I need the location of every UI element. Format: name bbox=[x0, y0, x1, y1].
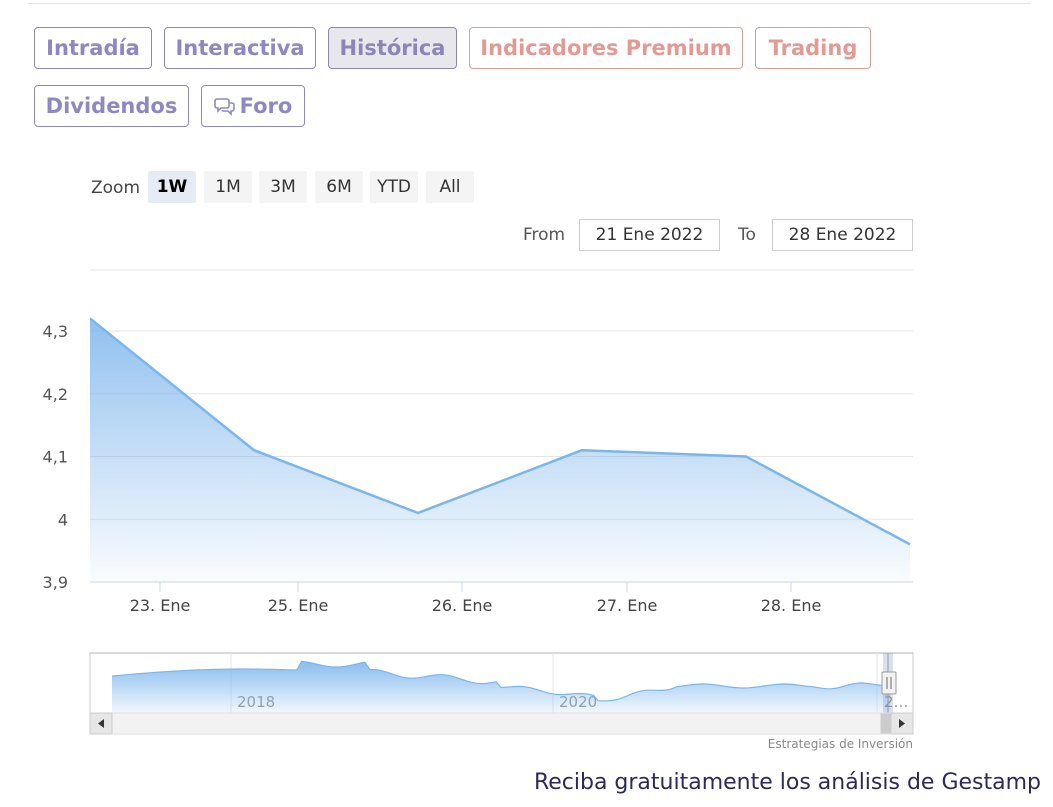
price-chart: 3,9 4 4,1 4,2 4,3 23. Ene 25. Ene 26. Ene 27. En… bbox=[43, 269, 914, 735]
y-tick-label: 4,2 bbox=[43, 385, 68, 404]
x-tick-label: 25. Ene bbox=[268, 596, 329, 615]
y-tick-label: 4,3 bbox=[43, 322, 68, 341]
credits-link[interactable]: Estrategias de Inversión bbox=[700, 736, 913, 752]
x-tick-label: 28. Ene bbox=[761, 596, 822, 615]
series-area bbox=[90, 318, 910, 582]
scrollbar-thumb[interactable] bbox=[880, 713, 892, 734]
x-tick-label: 27. Ene bbox=[597, 596, 658, 615]
x-tick-label: 23. Ene bbox=[130, 596, 191, 615]
y-tick-label: 4 bbox=[58, 510, 68, 529]
scrollbar-track bbox=[89, 712, 914, 735]
navigator-handle[interactable] bbox=[881, 671, 897, 695]
y-tick-label: 3,9 bbox=[43, 573, 68, 592]
y-tick-label: 4,1 bbox=[43, 448, 68, 467]
cta-text[interactable]: Reciba gratuitamente los análisis de Ges… bbox=[400, 768, 1041, 798]
x-tick-label: 26. Ene bbox=[432, 596, 493, 615]
